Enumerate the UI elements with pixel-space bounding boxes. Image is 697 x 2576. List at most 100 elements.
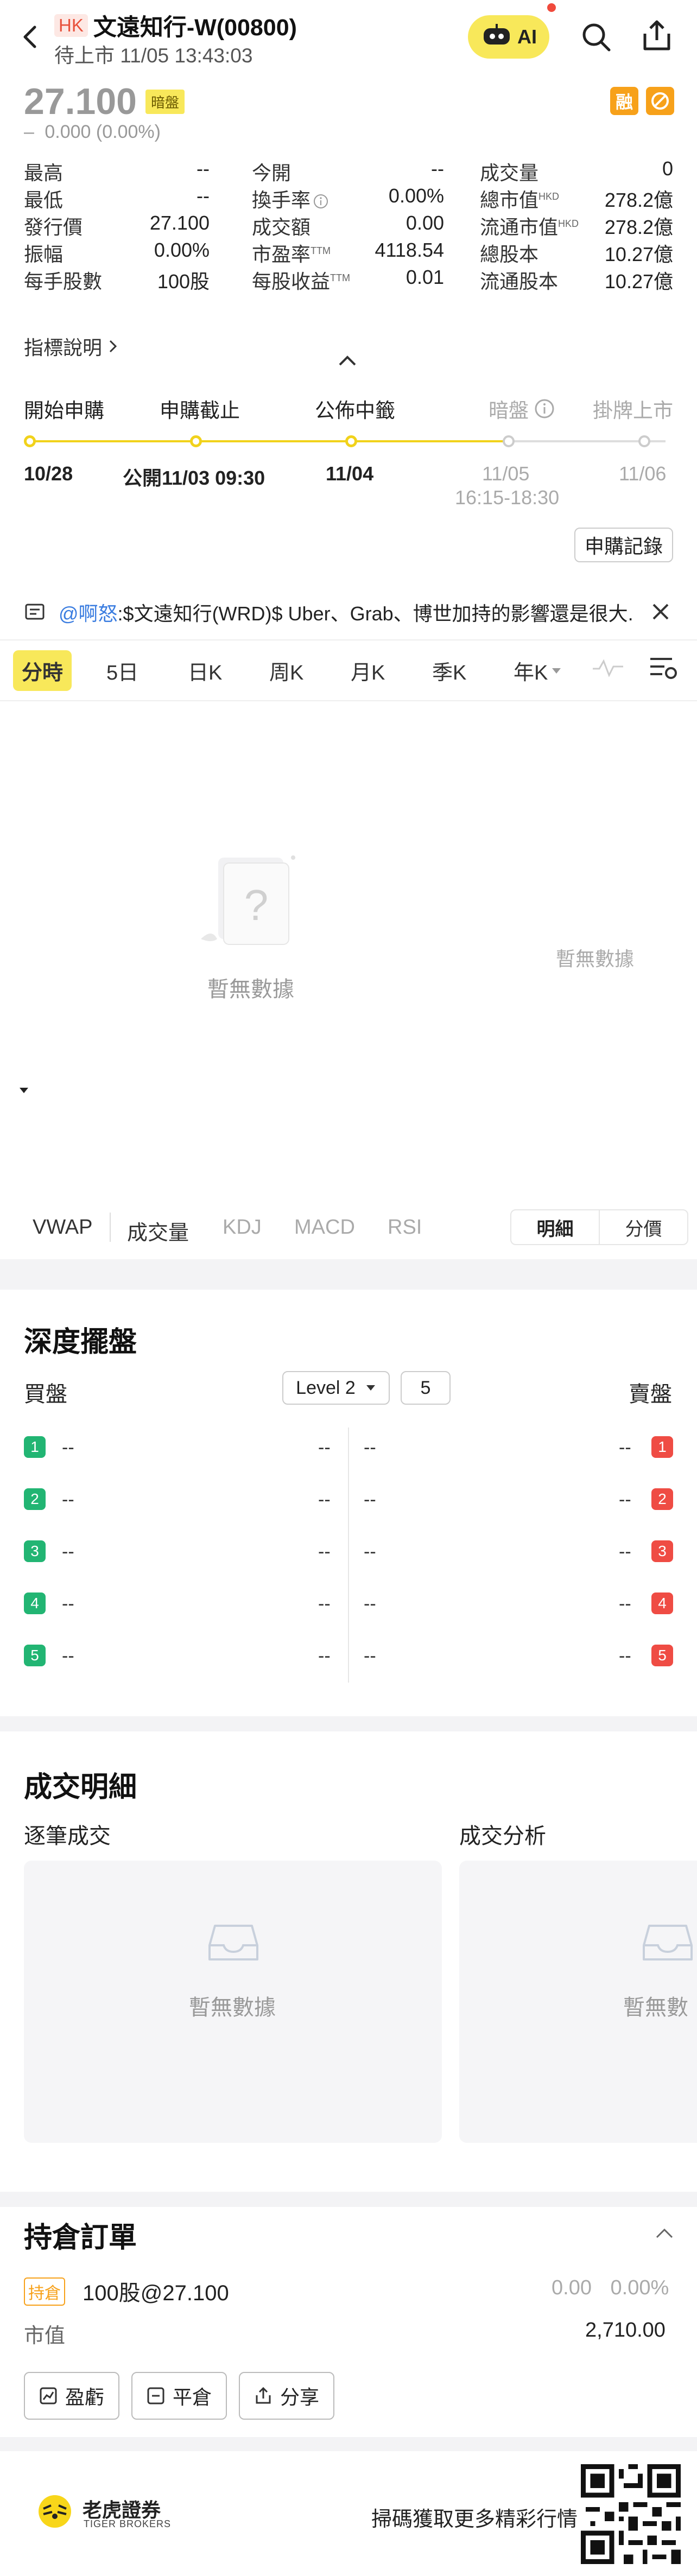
- ask-price: --: [364, 1594, 376, 1614]
- indicator-wave-icon[interactable]: [592, 657, 624, 681]
- stat-value: 10.27億: [604, 270, 673, 293]
- bid-volume: --: [318, 1489, 331, 1510]
- share-position-button[interactable]: 分享: [239, 2372, 334, 2420]
- stat-label: 成交量: [480, 157, 538, 186]
- tab-quarterly-k[interactable]: 季K: [432, 656, 466, 686]
- ipo-step-5: 掛牌上市: [593, 399, 673, 422]
- margin-tag[interactable]: 融: [610, 87, 638, 115]
- stat-item: 每手股數 100股: [24, 266, 210, 294]
- depth-count-select[interactable]: 5: [401, 1371, 451, 1405]
- news-user[interactable]: @啊怒: [59, 602, 118, 625]
- last-price: 27.100: [24, 81, 137, 122]
- close-position-button[interactable]: 平倉: [131, 2372, 227, 2420]
- ask-volume: --: [619, 1541, 631, 1562]
- position-tag: 持倉: [24, 2277, 65, 2306]
- bid-price: --: [62, 1646, 74, 1666]
- ipo-date-3: 11/04: [326, 462, 374, 485]
- tab-intraday[interactable]: 分時: [13, 650, 72, 691]
- stat-item: 每股收益TTM 0.01: [252, 266, 444, 294]
- empty-inbox-icon: [642, 1921, 694, 1968]
- detail-toggle: 明細 分價: [510, 1209, 688, 1245]
- stat-unit: HKD: [538, 191, 560, 202]
- stat-label: 最低: [24, 185, 63, 213]
- tab-yearly-k[interactable]: 年K: [514, 656, 562, 686]
- level-select[interactable]: Level 2: [282, 1371, 390, 1405]
- stat-label-text: 今開: [252, 162, 292, 184]
- ipo-step-3: 公佈中籤: [315, 399, 395, 422]
- bid-volume: --: [318, 1646, 331, 1666]
- tab-weekly-k[interactable]: 周K: [269, 656, 303, 686]
- share-position-label: 分享: [280, 2386, 319, 2408]
- page-title: 文遠知行-W(00800): [93, 15, 297, 41]
- stat-value: --: [431, 157, 444, 180]
- option-tag-icon[interactable]: [646, 87, 674, 115]
- indicator-volume[interactable]: 成交量: [127, 1216, 189, 1246]
- news-ticker[interactable]: @啊怒:$文遠知行(WRD)$ Uber、Grab、博世加持的影響還是很大...: [24, 596, 673, 629]
- subscription-record-button[interactable]: 申購記錄: [574, 528, 673, 562]
- stat-item: 總股本 10.27億: [480, 239, 673, 267]
- timeline-dot: [503, 435, 515, 447]
- stat-value: 0.00: [405, 212, 444, 234]
- indicator-rsi[interactable]: RSI: [388, 1216, 422, 1239]
- ask-level-badge: 1: [651, 1436, 673, 1458]
- close-icon[interactable]: [650, 601, 671, 625]
- tab-detail[interactable]: 明細: [511, 1210, 600, 1244]
- bid-volume: --: [318, 1541, 331, 1562]
- stat-item: 流通市值HKD 278.2億: [480, 212, 673, 240]
- stat-value: --: [197, 157, 210, 180]
- info-icon[interactable]: [534, 398, 555, 419]
- stat-value: 0.00%: [154, 239, 210, 261]
- ai-label: AI: [517, 26, 537, 48]
- pnl-button[interactable]: 盈虧: [24, 2372, 119, 2420]
- ipo-step-1: 開始申購: [24, 399, 104, 422]
- stat-item: 成交量 0: [480, 157, 673, 186]
- ask-price: --: [364, 1437, 376, 1458]
- stat-label-text: 每股收益: [252, 270, 331, 293]
- depth-center-divider: [348, 1427, 349, 1683]
- stat-label: 振幅: [24, 239, 63, 267]
- ipo-dark-time: 16:15-18:30: [455, 486, 560, 509]
- ask-price: --: [364, 1541, 376, 1562]
- bid-level-badge: 2: [24, 1488, 46, 1510]
- indicator-macd[interactable]: MACD: [294, 1216, 355, 1239]
- stat-value: 0: [662, 157, 673, 180]
- ask-price: --: [364, 1489, 376, 1510]
- stat-label: 流通市值HKD: [480, 212, 579, 240]
- indicator-vwap[interactable]: VWAP: [33, 1216, 93, 1239]
- share-icon[interactable]: [641, 18, 673, 56]
- stat-item: 振幅 0.00%: [24, 239, 210, 267]
- ask-price: --: [364, 1646, 376, 1666]
- footer-slogan: 掃碼獲取更多精彩行情: [371, 2508, 578, 2531]
- tab-daily-k[interactable]: 日K: [188, 656, 222, 686]
- stat-value: 0.01: [405, 266, 444, 288]
- search-icon[interactable]: [580, 21, 612, 56]
- qr-code[interactable]: [581, 2464, 681, 2564]
- stat-value: 4118.54: [375, 239, 444, 261]
- collapse-chevron-icon[interactable]: [655, 2228, 674, 2242]
- divider: [0, 639, 697, 640]
- chart-icon: [40, 2387, 57, 2404]
- indicator-link[interactable]: 指標說明: [24, 332, 118, 360]
- position-pnl-pct: 0.00%: [610, 2276, 669, 2299]
- ipo-date-2: 公開11/03 09:30: [123, 467, 265, 489]
- stat-label-text: 換手率: [252, 189, 311, 211]
- tab-monthly-k[interactable]: 月K: [351, 656, 385, 686]
- info-icon[interactable]: [313, 193, 329, 210]
- chart-empty-text: 暫無數據: [207, 978, 294, 1001]
- back-icon[interactable]: [18, 21, 40, 53]
- caret-down-icon: [366, 1385, 375, 1391]
- title-row: HK 文遠知行-W(00800): [54, 9, 297, 42]
- stat-unit: TTM: [311, 245, 331, 256]
- tab-price-level[interactable]: 分價: [600, 1210, 687, 1244]
- ask-volume: --: [619, 1646, 631, 1666]
- indicator-kdj[interactable]: KDJ: [223, 1216, 262, 1239]
- tab-5day[interactable]: 5日: [106, 656, 138, 686]
- chart-settings-icon[interactable]: [648, 655, 679, 683]
- trade-analysis-label: 成交分析: [459, 1824, 546, 1848]
- stat-value: 278.2億: [604, 216, 673, 238]
- ai-button[interactable]: AI: [468, 15, 549, 59]
- bid-level-badge: 1: [24, 1436, 46, 1458]
- collapse-chevron-icon[interactable]: [337, 354, 358, 370]
- caret-down-icon[interactable]: [18, 1087, 29, 1097]
- ask-label: 賣盤: [629, 1382, 672, 1406]
